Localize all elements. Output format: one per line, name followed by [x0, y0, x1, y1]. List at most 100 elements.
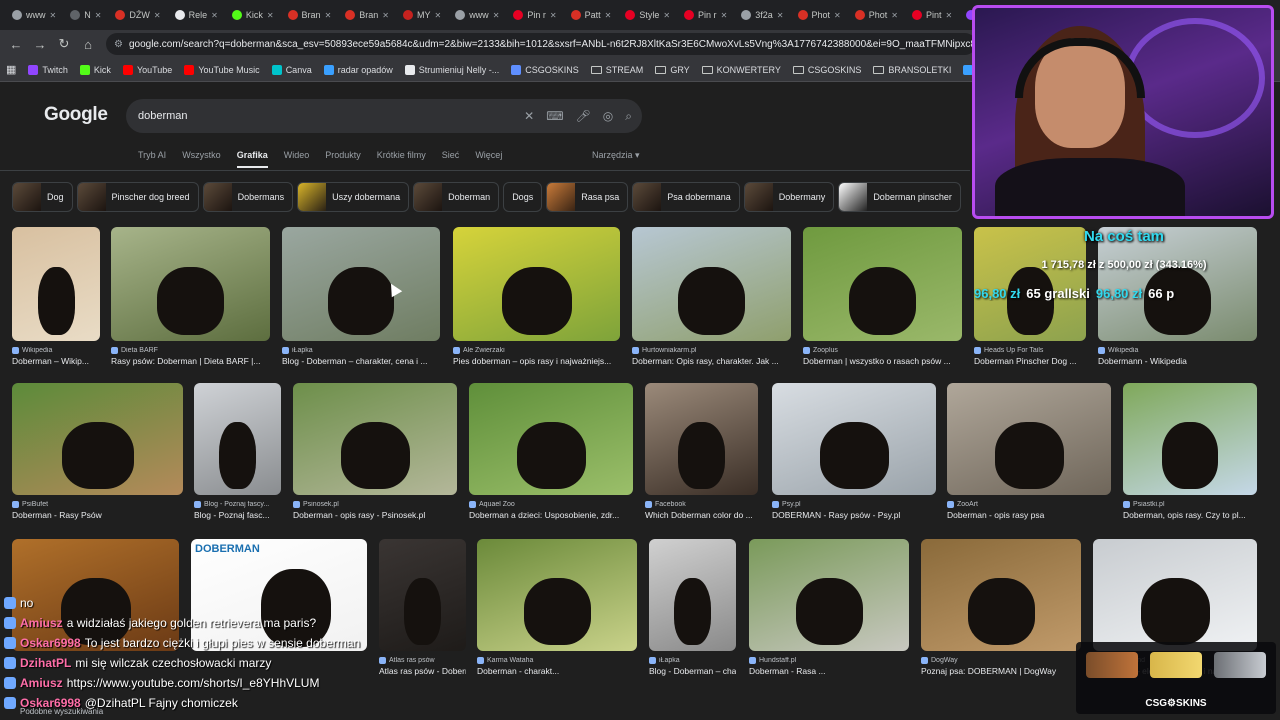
result-source[interactable]: Psiastki.pl	[1123, 501, 1257, 508]
result-caption[interactable]: Blog - Doberman – charakter, cena i ...	[282, 356, 440, 366]
tab-wideo[interactable]: Wideo	[284, 150, 310, 168]
result-caption[interactable]: Which Doberman color do ...	[645, 510, 758, 520]
bookmark-item[interactable]: CSGOSKINS	[792, 65, 861, 75]
tab-krótkie-filmy[interactable]: Krótkie filmy	[377, 150, 426, 168]
related-chip[interactable]: Dog	[12, 182, 73, 212]
related-chip[interactable]: Pinscher dog breed	[76, 182, 199, 212]
browser-tab[interactable]: Bran ✕	[282, 3, 338, 27]
result-image[interactable]	[1123, 383, 1257, 495]
related-chip[interactable]: Dogs	[503, 182, 543, 212]
address-bar[interactable]: ⚙ google.com/search?q=doberman&sca_esv=5…	[106, 33, 976, 55]
browser-tab[interactable]: Phot ✕	[849, 3, 904, 27]
clear-icon[interactable]: ✕	[524, 109, 534, 123]
tab-produkty[interactable]: Produkty	[325, 150, 361, 168]
bookmark-item[interactable]: YouTube Music	[184, 64, 260, 75]
browser-tab[interactable]: Pint ✕	[906, 3, 958, 27]
result-source[interactable]: Aquael Zoo	[469, 501, 633, 508]
image-result[interactable]: Blog - Poznaj fascy... Blog - Poznaj fasc…	[194, 383, 281, 520]
result-source[interactable]: ZooArt	[947, 501, 1111, 508]
result-caption[interactable]: Rasy psów: Doberman | Dieta BARF |...	[111, 356, 270, 366]
result-source[interactable]: Zooplus	[803, 347, 962, 354]
result-image[interactable]	[772, 383, 936, 495]
tab-tryb-ai[interactable]: Tryb AI	[138, 150, 166, 168]
tab-close-icon[interactable]: ✕	[777, 11, 784, 20]
result-image[interactable]	[632, 227, 791, 341]
browser-tab[interactable]: www ✕	[6, 3, 62, 27]
image-result[interactable]: iŁapka Blog - Doberman – charakter, cena …	[282, 227, 440, 366]
image-result[interactable]: Psiastki.pl Doberman, opis rasy. Czy to p…	[1123, 383, 1257, 520]
result-caption[interactable]: Blog - Poznaj fasc...	[194, 510, 281, 520]
tab-close-icon[interactable]: ✕	[605, 11, 612, 20]
image-result[interactable]: Psinosek.pl Doberman - opis rasy - Psinos…	[293, 383, 457, 520]
search-box[interactable]: ✕ ⌨ 🎤︎ ◎ ⌕	[126, 99, 642, 133]
apps-grid-icon[interactable]: ▦	[6, 63, 16, 76]
image-result[interactable]: Hurtowniakarm.pl Doberman: Opis rasy, cha…	[632, 227, 791, 366]
tab-close-icon[interactable]: ✕	[50, 11, 57, 20]
browser-tab[interactable]: Pin r ✕	[507, 3, 562, 27]
related-chip[interactable]: Doberman pinscher	[838, 182, 961, 212]
related-chip[interactable]: Uszy dobermana	[297, 182, 410, 212]
result-image[interactable]	[1093, 539, 1257, 651]
result-caption[interactable]: Doberman - Rasa ...	[749, 666, 909, 676]
result-caption[interactable]: DOBERMAN - Rasy psów - Psy.pl	[772, 510, 936, 520]
bookmark-item[interactable]: CSGOSKINS	[511, 64, 579, 75]
browser-tab[interactable]: MY ✕	[397, 3, 447, 27]
result-source[interactable]: Psy.pl	[772, 501, 936, 508]
image-result[interactable]: Dieta BARF Rasy psów: Doberman | Dieta BA…	[111, 227, 270, 366]
result-image[interactable]	[453, 227, 620, 341]
forward-icon[interactable]: →	[30, 34, 50, 54]
browser-tab[interactable]: Patt ✕	[565, 3, 618, 27]
bookmark-item[interactable]: YouTube	[122, 64, 172, 75]
browser-tab[interactable]: Phot ✕	[792, 3, 847, 27]
back-icon[interactable]: ←	[6, 34, 26, 54]
keyboard-icon[interactable]: ⌨	[546, 109, 563, 123]
tab-close-icon[interactable]: ✕	[493, 11, 500, 20]
result-image[interactable]	[803, 227, 962, 341]
result-image[interactable]	[947, 383, 1111, 495]
result-source[interactable]: Blog - Poznaj fascy...	[194, 501, 281, 508]
tab-close-icon[interactable]: ✕	[95, 11, 102, 20]
result-caption[interactable]: Doberman a dzieci: Usposobienie, zdr...	[469, 510, 633, 520]
result-caption[interactable]: Doberman, opis rasy. Czy to pl...	[1123, 510, 1257, 520]
result-image[interactable]	[12, 383, 183, 495]
browser-tab[interactable]: Pin r ✕	[678, 3, 733, 27]
tab-close-icon[interactable]: ✕	[382, 11, 389, 20]
result-source[interactable]: Dieta BARF	[111, 347, 270, 354]
tab-close-icon[interactable]: ✕	[154, 11, 161, 20]
tab-close-icon[interactable]: ✕	[325, 11, 332, 20]
result-caption[interactable]: Doberman: Opis rasy, charakter. Jak ...	[632, 356, 791, 366]
result-source[interactable]: Hundstaff.pl	[749, 657, 909, 664]
image-result[interactable]: PsiBufet Doberman - Rasy Psów	[12, 383, 183, 520]
result-source[interactable]: Psinosek.pl	[293, 501, 457, 508]
related-chip[interactable]: Dobermans	[202, 182, 294, 212]
result-source[interactable]: Facebook	[645, 501, 758, 508]
result-caption[interactable]: Poznaj psa: DOBERMAN | DogWay	[921, 666, 1081, 676]
lens-icon[interactable]: ◎	[603, 109, 613, 123]
tab-sieć[interactable]: Sieć	[442, 150, 460, 168]
result-caption[interactable]: Doberman - Rasy Psów	[12, 510, 183, 520]
tab-close-icon[interactable]: ✕	[834, 11, 841, 20]
bookmark-item[interactable]: STREAM	[590, 65, 643, 75]
home-icon[interactable]: ⌂	[78, 34, 98, 54]
image-result[interactable]: Ale Zwierzaki Pies doberman – opis rasy i…	[453, 227, 620, 366]
result-source[interactable]: DogWay	[921, 657, 1081, 664]
result-source[interactable]: Heads Up For Tails	[974, 347, 1086, 354]
microphone-icon[interactable]: 🎤︎	[576, 109, 591, 123]
result-source[interactable]: Wikipedia	[12, 347, 100, 354]
result-caption[interactable]: Dobermann - Wikipedia	[1098, 356, 1257, 366]
tab-wszystko[interactable]: Wszystko	[182, 150, 221, 168]
related-chip[interactable]: Dobermany	[743, 182, 835, 212]
browser-tab[interactable]: Rele ✕	[169, 3, 224, 27]
search-icon[interactable]: ⌕	[625, 109, 632, 124]
result-caption[interactable]: Doberman - opis rasy psa	[947, 510, 1111, 520]
search-input[interactable]	[138, 110, 508, 122]
result-image[interactable]	[921, 539, 1081, 651]
image-result[interactable]: Psy.pl DOBERMAN - Rasy psów - Psy.pl	[772, 383, 936, 520]
bookmark-item[interactable]: radar opadów	[323, 64, 393, 75]
image-result[interactable]: Facebook Which Doberman color do ...	[645, 383, 758, 520]
result-image[interactable]	[645, 383, 758, 495]
tab-grafika[interactable]: Grafika	[236, 150, 268, 168]
tab-close-icon[interactable]: ✕	[891, 11, 898, 20]
related-chip[interactable]: Doberman	[413, 182, 500, 212]
browser-tab[interactable]: www ✕	[449, 3, 505, 27]
